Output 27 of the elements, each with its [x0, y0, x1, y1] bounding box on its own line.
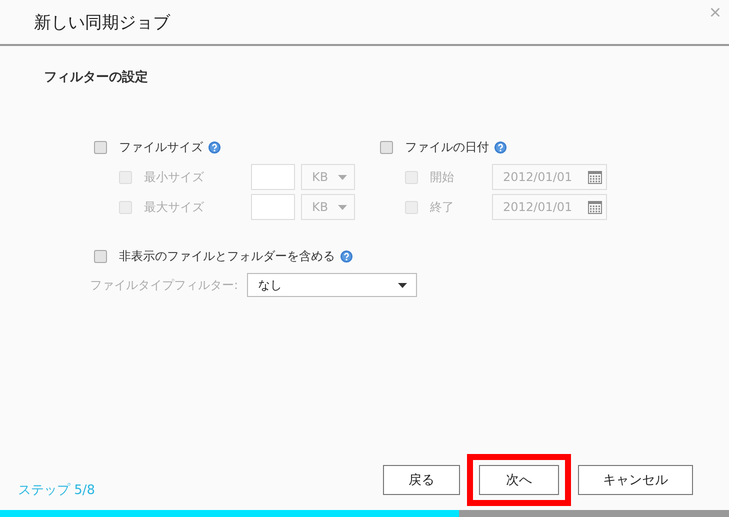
dialog-button[interactable]: キャンセル	[578, 465, 693, 495]
checkbox-label: 最大サイズ	[144, 198, 205, 216]
dialog-button[interactable]: 戻る	[383, 465, 460, 495]
calendar-icon[interactable]	[588, 170, 602, 184]
caret-icon	[398, 282, 407, 288]
checkbox-label: ファイルの日付	[405, 138, 489, 156]
checkbox[interactable]	[380, 140, 393, 154]
help-icon[interactable]	[340, 250, 353, 262]
file-type-dropdown[interactable]: なし	[247, 273, 417, 297]
checkbox-label: 終了	[430, 198, 455, 216]
checkbox[interactable]	[94, 140, 107, 154]
caret-icon	[338, 174, 347, 180]
dialog-button[interactable]: 次へ	[479, 465, 559, 495]
field-label: ファイルタイプフィルター:	[90, 276, 240, 294]
step-indicator: ステップ 5/8	[18, 482, 96, 499]
calendar-icon[interactable]	[588, 200, 602, 214]
help-icon[interactable]	[208, 140, 221, 154]
checkbox-label: 最小サイズ	[144, 168, 205, 186]
caret-icon	[338, 204, 347, 210]
help-icon[interactable]	[494, 140, 507, 154]
section-title: フィルターの設定	[44, 68, 149, 86]
checkbox-label: 非表示のファイルとフォルダーを含める	[119, 248, 335, 264]
checkbox[interactable]	[94, 250, 107, 262]
window-title: 新しい同期ジョブ	[34, 12, 170, 34]
checkbox-label: 開始	[430, 168, 455, 186]
checkbox-label: ファイルサイズ	[119, 138, 203, 156]
close-button[interactable]: ×	[709, 2, 721, 25]
